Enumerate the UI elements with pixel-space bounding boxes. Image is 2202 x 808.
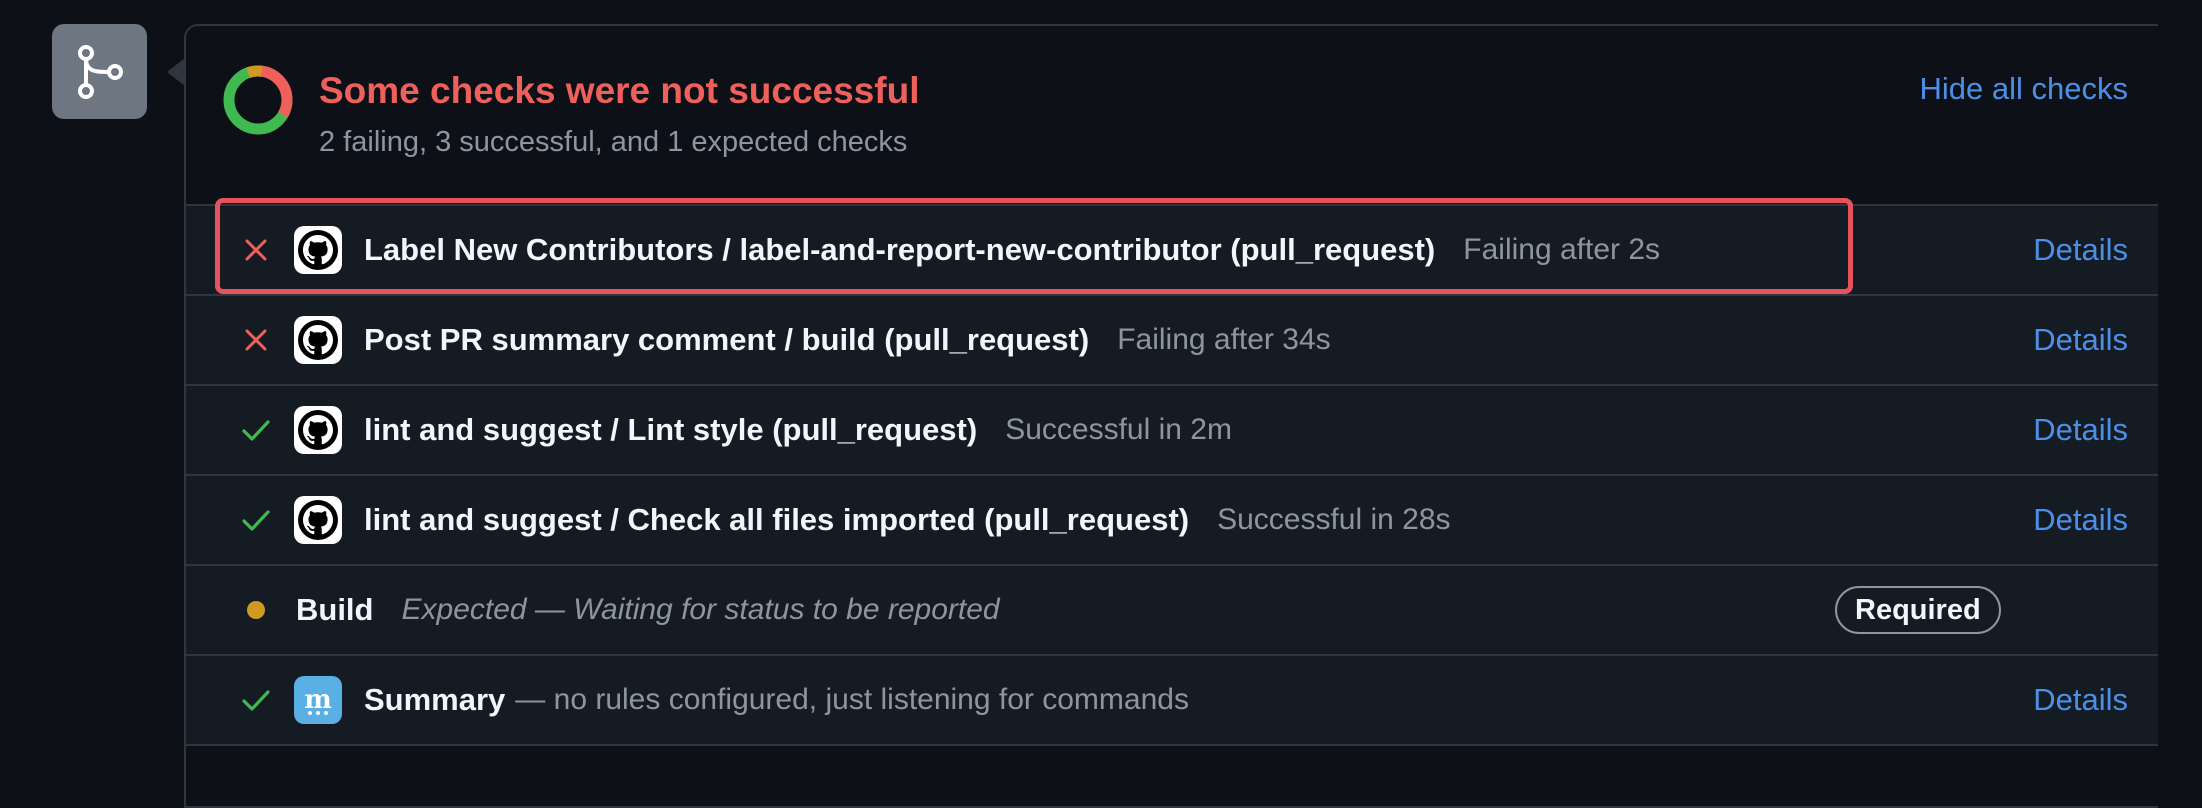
x-icon bbox=[242, 236, 270, 264]
check-icon bbox=[242, 506, 270, 534]
details-link[interactable]: Details bbox=[2033, 296, 2128, 384]
check-row: lint and suggest / Lint style (pull_requ… bbox=[186, 384, 2158, 474]
mergify-icon: m bbox=[294, 676, 342, 724]
x-icon bbox=[242, 326, 270, 354]
hide-all-checks-link[interactable]: Hide all checks bbox=[1920, 71, 2128, 107]
checks-header: Some checks were not successful 2 failin… bbox=[186, 26, 2158, 204]
check-row: Label New Contributors / label-and-repor… bbox=[186, 204, 2158, 294]
check-status: Successful in 2m bbox=[1005, 413, 1232, 446]
check-name: Post PR summary comment / build (pull_re… bbox=[364, 322, 1090, 357]
check-row: Post PR summary comment / build (pull_re… bbox=[186, 294, 2158, 384]
checks-list: Label New Contributors / label-and-repor… bbox=[186, 204, 2158, 746]
github-icon bbox=[294, 406, 342, 454]
check-row: m Summary — no rules configured, just li… bbox=[186, 654, 2158, 746]
github-icon bbox=[294, 496, 342, 544]
check-status: Successful in 28s bbox=[1217, 503, 1451, 536]
checks-status-title: Some checks were not successful bbox=[319, 70, 920, 111]
check-name: lint and suggest / Lint style (pull_requ… bbox=[364, 412, 978, 447]
check-icon bbox=[242, 416, 270, 444]
check-name: Summary bbox=[364, 682, 506, 717]
details-link[interactable]: Details bbox=[2033, 206, 2128, 294]
check-status: — no rules configured, just listening fo… bbox=[515, 683, 1189, 716]
check-row: Build Expected — Waiting for status to b… bbox=[186, 564, 2158, 654]
github-icon bbox=[294, 316, 342, 364]
check-icon bbox=[242, 686, 270, 714]
mergify-letter: m bbox=[304, 685, 332, 715]
details-link[interactable]: Details bbox=[2033, 476, 2128, 564]
checks-donut-icon bbox=[223, 65, 293, 135]
details-link[interactable]: Details bbox=[2033, 656, 2128, 744]
check-row: lint and suggest / Check all files impor… bbox=[186, 474, 2158, 564]
checks-panel: Some checks were not successful 2 failin… bbox=[184, 24, 2158, 808]
check-name: Label New Contributors / label-and-repor… bbox=[364, 232, 1436, 267]
check-status: Expected — Waiting for status to be repo… bbox=[401, 593, 1000, 626]
check-status: Failing after 2s bbox=[1463, 233, 1661, 266]
required-badge: Required bbox=[1835, 586, 2001, 634]
check-name: Build bbox=[296, 592, 374, 627]
merge-icon bbox=[52, 24, 147, 119]
checks-status-summary: 2 failing, 3 successful, and 1 expected … bbox=[319, 126, 908, 158]
panel-caret bbox=[167, 58, 185, 86]
check-name: lint and suggest / Check all files impor… bbox=[364, 502, 1190, 537]
dot-icon bbox=[242, 596, 270, 624]
details-link[interactable]: Details bbox=[2033, 386, 2128, 474]
github-icon bbox=[294, 226, 342, 274]
check-status: Failing after 34s bbox=[1117, 323, 1331, 356]
